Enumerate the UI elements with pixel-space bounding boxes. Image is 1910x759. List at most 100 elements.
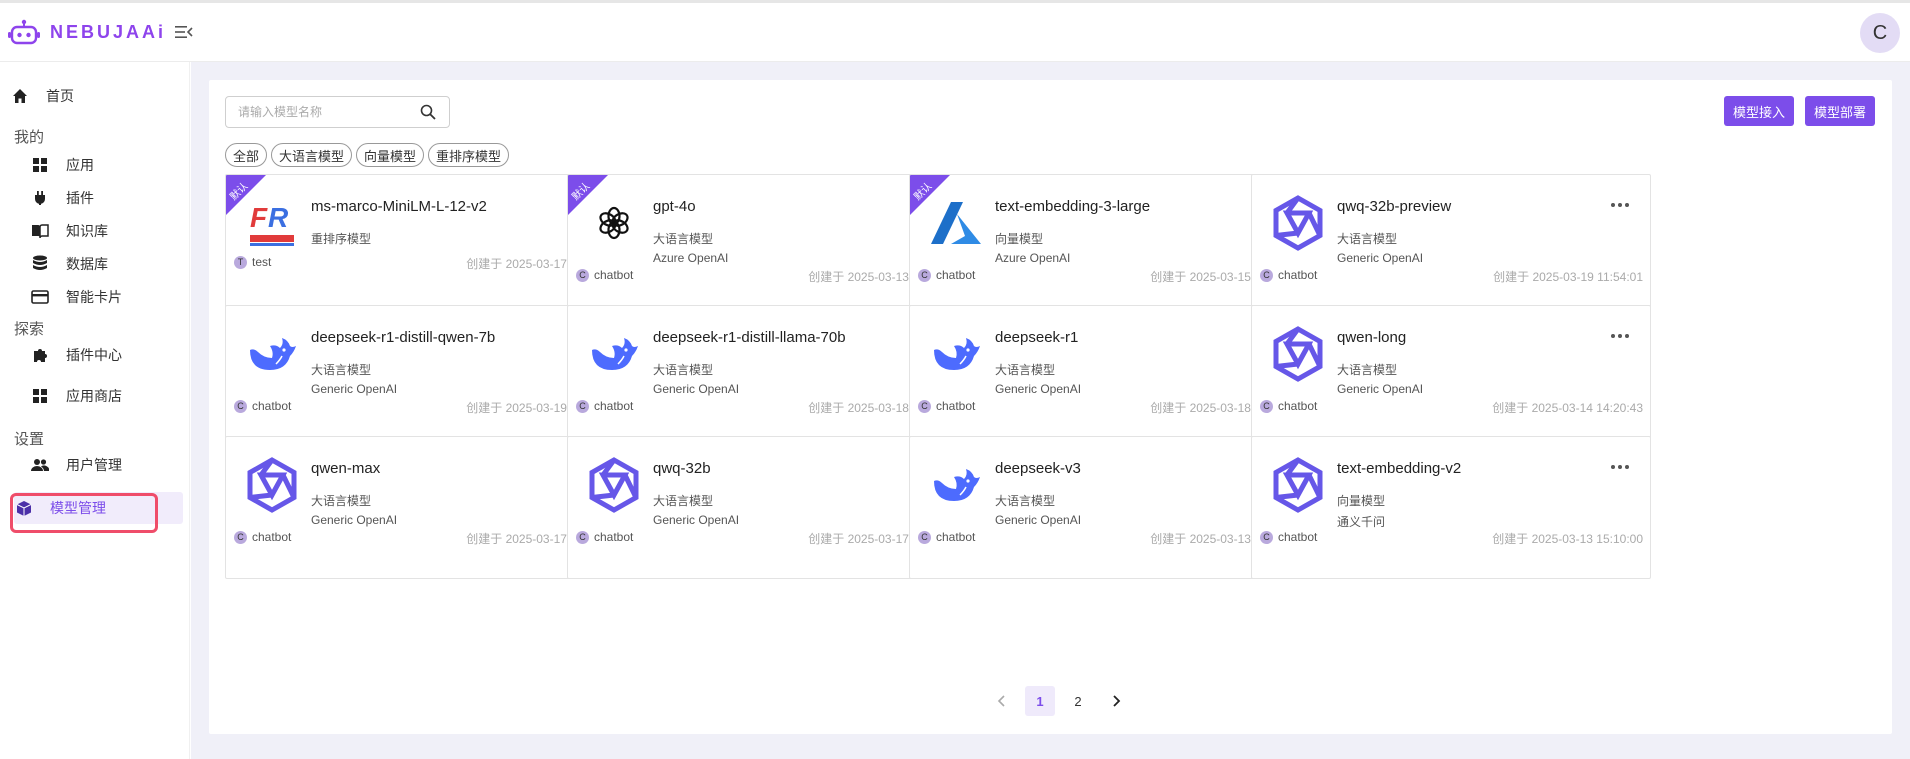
model-card[interactable]: 默认 gpt-4o 大语言模型 Azure OpenAI Cchatbot 创建于 202… xyxy=(567,174,967,317)
connect-model-button[interactable]: 模型接入 xyxy=(1724,96,1795,126)
model-owner: Cchatbot xyxy=(918,399,975,413)
model-card[interactable]: 默认 text-embedding-3-large 向量模型 Azure OpenAI… xyxy=(909,174,1309,317)
sidebar-item-cards[interactable]: 智能卡片 xyxy=(30,281,183,313)
database-icon xyxy=(30,254,50,274)
model-provider: Generic OpenAI xyxy=(653,513,740,527)
model-owner: Cchatbot xyxy=(234,399,291,413)
model-name: gpt-4o xyxy=(653,198,696,215)
book-icon xyxy=(30,221,50,241)
model-card[interactable]: deepseek-v3 大语言模型 Generic OpenAI Cchatbot 创建… xyxy=(909,436,1309,579)
qwen-logo xyxy=(1270,195,1326,251)
model-card[interactable]: text-embedding-v2 向量模型 通义千问 Cchatbot 创建于 202… xyxy=(1251,436,1651,579)
owner-name: test xyxy=(252,255,272,269)
model-name: deepseek-r1-distill-llama-70b xyxy=(653,329,846,346)
sidebar-item-home[interactable]: 首页 xyxy=(10,80,183,112)
owner-avatar: C xyxy=(1260,399,1273,413)
sidebar-item-apps[interactable]: 应用 xyxy=(30,149,183,181)
model-name: qwq-32b xyxy=(653,460,711,477)
sidebar-item-app-store[interactable]: 应用商店 xyxy=(30,380,183,412)
model-type: 大语言模型 xyxy=(311,363,372,377)
model-provider: Generic OpenAI xyxy=(653,382,740,396)
model-type: 向量模型 xyxy=(1337,494,1386,508)
model-type: 大语言模型 xyxy=(653,363,714,377)
filter-chips: 全部 大语言模型 向量模型 重排序模型 xyxy=(225,143,510,167)
model-name: qwq-32b-preview xyxy=(1337,198,1452,215)
model-name: deepseek-v3 xyxy=(995,460,1081,477)
more-options-icon[interactable] xyxy=(1609,328,1631,344)
model-owner: Ttest xyxy=(234,255,271,269)
sidebar-item-user-management[interactable]: 用户管理 xyxy=(30,449,183,481)
owner-name: chatbot xyxy=(1278,399,1318,413)
model-owner: Cchatbot xyxy=(1260,399,1317,413)
page-1-button[interactable]: 1 xyxy=(1025,686,1055,716)
owner-avatar: C xyxy=(576,530,589,544)
created-time: 创建于 2025-03-19 11:54:01 xyxy=(1493,270,1643,284)
qwen-logo xyxy=(244,457,300,513)
owner-avatar: C xyxy=(576,268,589,282)
menu-fold-icon xyxy=(175,26,193,38)
svg-text:R: R xyxy=(268,202,289,233)
model-provider: Azure OpenAI xyxy=(653,251,729,265)
created-time: 创建于 2025-03-13 15:10:00 xyxy=(1492,532,1643,546)
sidebar-item-plugin-center[interactable]: 插件中心 xyxy=(30,339,183,371)
owner-name: chatbot xyxy=(936,268,976,282)
model-provider: Generic OpenAI xyxy=(995,382,1082,396)
filter-chip-rerank[interactable]: 重排序模型 xyxy=(428,143,510,167)
sidebar-item-label: 用户管理 xyxy=(66,457,122,473)
model-provider: Generic OpenAI xyxy=(995,513,1082,527)
model-name: text-embedding-3-large xyxy=(995,198,1151,215)
cube-icon xyxy=(14,498,34,518)
model-card[interactable]: qwq-32b 大语言模型 Generic OpenAI Cchatbot 创建于 20… xyxy=(567,436,967,579)
collapse-menu-button[interactable] xyxy=(174,23,196,43)
filter-chip-llm[interactable]: 大语言模型 xyxy=(271,143,353,167)
model-type: 大语言模型 xyxy=(1337,232,1398,246)
model-provider: Generic OpenAI xyxy=(1337,382,1424,396)
more-options-icon[interactable] xyxy=(1609,459,1631,475)
sidebar-item-plugins[interactable]: 插件 xyxy=(30,182,183,214)
filter-chip-all[interactable]: 全部 xyxy=(225,143,268,167)
puzzle-icon xyxy=(30,345,50,365)
deploy-model-button[interactable]: 模型部署 xyxy=(1805,96,1876,126)
model-type: 大语言模型 xyxy=(995,494,1056,508)
model-card[interactable]: qwen-max 大语言模型 Generic OpenAI Cchatbot 创建于 2… xyxy=(225,436,625,579)
filter-chip-embedding[interactable]: 向量模型 xyxy=(356,143,425,167)
sidebar-item-model-management[interactable]: 模型管理 xyxy=(14,492,183,524)
owner-avatar: C xyxy=(918,399,931,413)
sidebar-item-knowledge[interactable]: 知识库 xyxy=(30,215,183,247)
model-card[interactable]: deepseek-r1 大语言模型 Generic OpenAI Cchatbot 创建… xyxy=(909,305,1309,448)
model-card[interactable]: deepseek-r1-distill-llama-70b 大语言模型 Generi… xyxy=(567,305,967,448)
next-page-button[interactable] xyxy=(1101,686,1131,716)
sidebar-item-database[interactable]: 数据库 xyxy=(30,248,183,280)
model-owner: Cchatbot xyxy=(918,268,975,282)
page-2-button[interactable]: 2 xyxy=(1063,686,1093,716)
flashrank-logo: FR xyxy=(244,195,300,251)
model-card[interactable]: qwen-long 大语言模型 Generic OpenAI Cchatbot 创建于 … xyxy=(1251,305,1651,448)
qwen-logo xyxy=(586,457,642,513)
home-icon xyxy=(10,86,30,106)
owner-name: chatbot xyxy=(594,268,634,282)
search-icon[interactable] xyxy=(416,100,440,124)
sidebar-item-label: 应用 xyxy=(66,157,94,173)
model-owner: Cchatbot xyxy=(576,399,633,413)
plug-icon xyxy=(30,188,50,208)
user-avatar[interactable]: C xyxy=(1860,13,1900,53)
model-card[interactable]: 默认 F Rms-marco-MiniLM-L-12-v2 重排序模型 Ttest 创建于… xyxy=(225,174,625,317)
model-search-input[interactable] xyxy=(226,98,416,126)
prev-page-button[interactable] xyxy=(987,686,1017,716)
model-card[interactable]: deepseek-r1-distill-qwen-7b 大语言模型 Generic … xyxy=(225,305,625,448)
model-name: text-embedding-v2 xyxy=(1337,460,1462,477)
owner-avatar: C xyxy=(576,399,589,413)
model-name: qwen-max xyxy=(311,460,381,477)
deepseek-logo xyxy=(244,326,300,382)
sidebar-item-label: 插件中心 xyxy=(66,347,122,363)
main-content: 模型接入 模型部署 全部 大语言模型 向量模型 重排序模型 默认FRms-mar… xyxy=(191,62,1910,759)
model-name: deepseek-r1 xyxy=(995,329,1079,346)
chevron-left-icon xyxy=(997,695,1005,707)
openai-logo xyxy=(586,195,642,251)
model-card[interactable]: qwq-32b-preview 大语言模型 Generic OpenAI Cchatb… xyxy=(1251,174,1651,317)
model-provider: Generic OpenAI xyxy=(311,513,398,527)
more-options-icon[interactable] xyxy=(1609,197,1631,213)
brand-logo[interactable]: NEBUJAAi xyxy=(8,19,166,45)
sidebar-item-label: 数据库 xyxy=(66,256,108,272)
owner-avatar: C xyxy=(1260,268,1273,282)
